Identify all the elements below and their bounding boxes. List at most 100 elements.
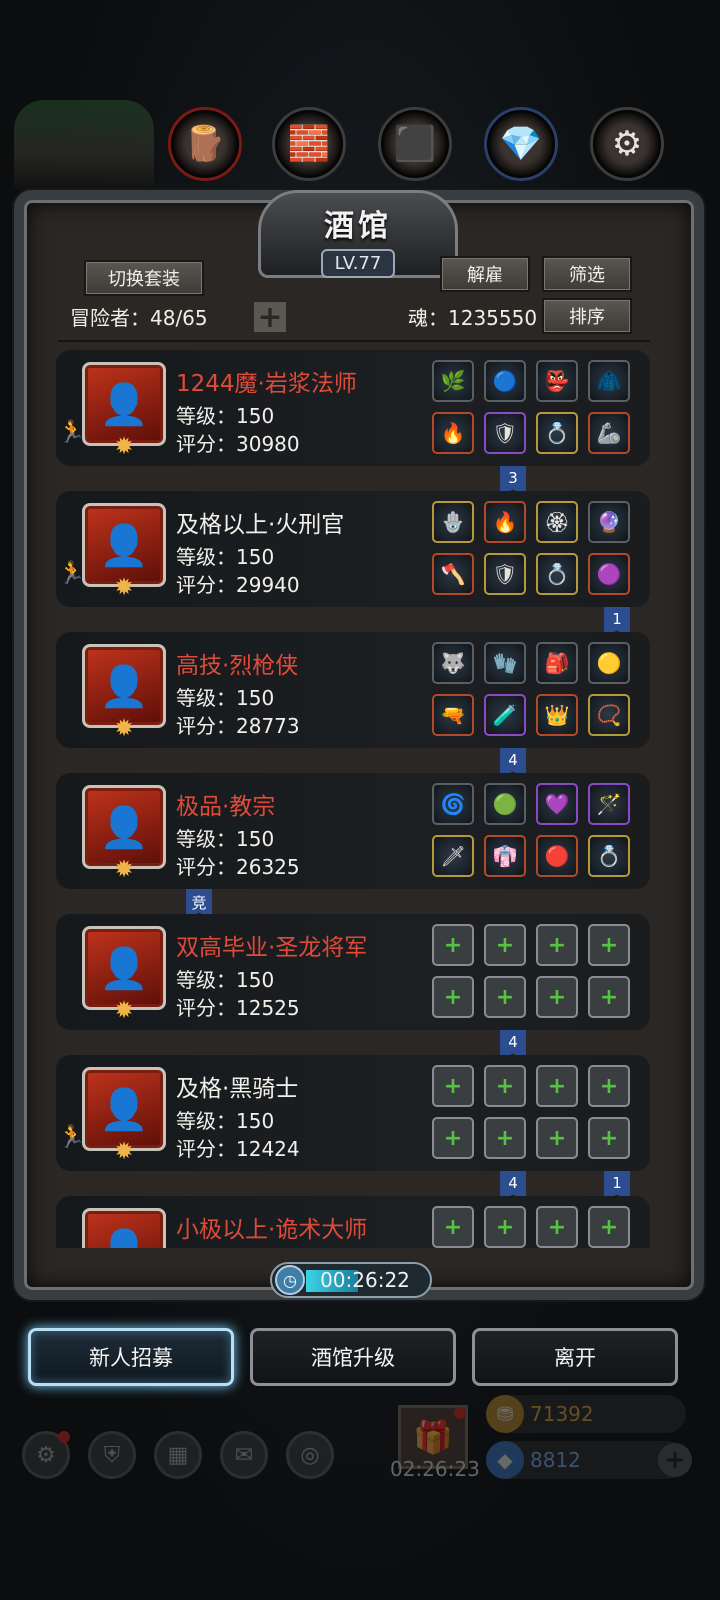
empty-equipment-slot[interactable]: + — [432, 976, 474, 1018]
empty-equipment-slot[interactable]: + — [432, 924, 474, 966]
empty-equipment-slot[interactable]: + — [536, 1117, 578, 1159]
mail-icon[interactable]: ✉ — [220, 1431, 268, 1479]
equipment-grid: 🪬 🔥 🏵 🔮 🪓 🛡 💍 🟣 — [432, 501, 632, 595]
equipment-slot[interactable]: 🔮 — [588, 501, 630, 543]
expedition-icon: 🏃 — [58, 420, 86, 445]
equipment-slot[interactable]: 👘 — [484, 835, 526, 877]
equipment-slot[interactable]: 💜 — [536, 783, 578, 825]
sort-button[interactable]: 排序 — [542, 298, 632, 334]
equipment-slot[interactable]: 🪄 — [588, 783, 630, 825]
empty-equipment-slot[interactable]: + — [484, 1206, 526, 1248]
empty-equipment-slot[interactable]: + — [536, 976, 578, 1018]
equipment-slot[interactable]: 💍 — [536, 412, 578, 454]
equipment-slot[interactable]: 🔴 — [536, 835, 578, 877]
star-emblem-icon: ✹ — [113, 714, 135, 742]
hero-score: 评分：28773 — [176, 714, 300, 738]
equipment-slot[interactable]: 🔥 — [432, 412, 474, 454]
equipment-slot[interactable]: 🛡 — [484, 553, 526, 595]
plank-resource-icon[interactable]: 🧱 — [272, 107, 346, 181]
equipment-slot[interactable]: 🛡 — [484, 412, 526, 454]
hero-list[interactable]: 👤 ✹ 🏃 1244魔·岩浆法师 等级：150 评分：30980 🌿 🔵 👺 🧥 🔥 🛡 💍 🦾 3 👤 ✹ 🏃 及… — [56, 350, 650, 1248]
dismiss-button[interactable]: 解雇 — [440, 256, 530, 292]
equipment-slot[interactable]: 🧪 — [484, 694, 526, 736]
empty-equipment-slot[interactable]: + — [588, 924, 630, 966]
hero-card[interactable]: 👤 ✹ 双高毕业·圣龙将军 等级：150 评分：12525 + + + + + + + + — [56, 914, 650, 1030]
empty-equipment-slot[interactable]: + — [588, 976, 630, 1018]
equipment-slot[interactable]: 🎒 — [536, 642, 578, 684]
equipment-slot[interactable]: 🔵 — [484, 360, 526, 402]
hero-card[interactable]: 👤 ✹ 🏃 及格·黑骑士 等级：150 评分：12424 + + + + + + + + — [56, 1055, 650, 1171]
title-plate: 酒馆 LV.77 — [258, 190, 458, 278]
equipment-slot[interactable]: 🟢 — [484, 783, 526, 825]
star-emblem-icon: ✹ — [113, 855, 135, 883]
empty-equipment-slot[interactable]: + — [536, 1065, 578, 1107]
level-badge: LV.77 — [320, 249, 396, 278]
filter-button[interactable]: 筛选 — [542, 256, 632, 292]
hero-score: 评分：29940 — [176, 573, 300, 597]
bottom-nav: ⚙ ⛨ ▦ ✉ ◎ 🎁 02:26:23 ⛃ 71392 ◆ 8812 + — [0, 1395, 720, 1600]
equipment-slot[interactable]: 🦾 — [588, 412, 630, 454]
crystal-resource-icon[interactable]: 💎 — [484, 107, 558, 181]
island-icon[interactable] — [14, 100, 154, 192]
notification-dot — [58, 1431, 70, 1443]
switch-outfit-button[interactable]: 切换套装 — [84, 260, 204, 296]
equipment-slot[interactable]: 🔫 — [432, 694, 474, 736]
equipment-slot[interactable]: 💍 — [588, 835, 630, 877]
equipment-slot[interactable]: 🗡 — [432, 835, 474, 877]
equipment-slot[interactable]: 👑 — [536, 694, 578, 736]
equipment-slot[interactable]: 🧤 — [484, 642, 526, 684]
upgrade-tavern-button[interactable]: 酒馆升级 — [250, 1328, 456, 1386]
leave-button[interactable]: 离开 — [472, 1328, 678, 1386]
iron-resource-icon[interactable]: ⚙ — [590, 107, 664, 181]
hero-card[interactable]: 👤 ✹ 极品·教宗 等级：150 评分：26325 🌀 🟢 💜 🪄 🗡 👘 🔴 💍 — [56, 773, 650, 889]
equipment-slot[interactable]: 🐺 — [432, 642, 474, 684]
equipment-slot[interactable]: 🏵 — [536, 501, 578, 543]
hero-card[interactable]: 👤 ✹ 高技·烈枪侠 等级：150 评分：28773 🐺 🧤 🎒 🟡 🔫 🧪 👑 📿 — [56, 632, 650, 748]
equipment-slot[interactable]: 💍 — [536, 553, 578, 595]
equipment-slot[interactable]: 🟡 — [588, 642, 630, 684]
adventurer-count: 冒险者：48/65 — [70, 306, 208, 330]
empty-equipment-slot[interactable]: + — [588, 1206, 630, 1248]
empty-equipment-slot[interactable]: + — [432, 1065, 474, 1107]
empty-equipment-slot[interactable]: + — [484, 976, 526, 1018]
gem-resource: ◆ 8812 — [486, 1441, 686, 1479]
hero-name: 高技·烈枪侠 — [176, 653, 299, 679]
hero-level: 等级：150 — [176, 827, 275, 851]
empty-equipment-slot[interactable]: + — [484, 1117, 526, 1159]
wood-resource-icon[interactable]: 🪵 — [168, 107, 242, 181]
equipment-grid: 🌿 🔵 👺 🧥 🔥 🛡 💍 🦾 — [432, 360, 632, 454]
hero-card[interactable]: 👤✹小极以上·诡术大师等级：150++++ — [56, 1196, 650, 1248]
hero-portrait[interactable]: 👤 — [82, 1208, 166, 1248]
add-slot-button[interactable]: + — [252, 300, 288, 335]
inventory-icon[interactable]: ◎ — [286, 1431, 334, 1479]
equipment-slot[interactable]: 🪓 — [432, 553, 474, 595]
empty-equipment-slot[interactable]: + — [432, 1206, 474, 1248]
equipment-slot[interactable]: 👺 — [536, 360, 578, 402]
add-currency-button[interactable]: + — [658, 1443, 692, 1477]
empty-equipment-slot[interactable]: + — [484, 924, 526, 966]
hero-card[interactable]: 👤 ✹ 🏃 及格以上·火刑官 等级：150 评分：29940 🪬 🔥 🏵 🔮 🪓 🛡 💍 🟣 — [56, 491, 650, 607]
empty-equipment-slot[interactable]: + — [536, 1206, 578, 1248]
hero-name: 及格·黑骑士 — [176, 1076, 299, 1102]
equipment-slot[interactable]: 🌿 — [432, 360, 474, 402]
equipment-slot[interactable]: 🔥 — [484, 501, 526, 543]
soul-count: 魂：1235550 — [408, 306, 538, 330]
map-icon[interactable]: ▦ — [154, 1431, 202, 1479]
empty-equipment-slot[interactable]: + — [588, 1065, 630, 1107]
equipment-slot[interactable]: 🌀 — [432, 783, 474, 825]
equipment-slot[interactable]: 🧥 — [588, 360, 630, 402]
hero-card[interactable]: 👤 ✹ 🏃 1244魔·岩浆法师 等级：150 评分：30980 🌿 🔵 👺 🧥 🔥 🛡 💍 🦾 — [56, 350, 650, 466]
empty-equipment-slot[interactable]: + — [536, 924, 578, 966]
equipment-slot[interactable]: 🪬 — [432, 501, 474, 543]
empty-equipment-slot[interactable]: + — [484, 1065, 526, 1107]
stone-resource-icon[interactable]: ⬛ — [378, 107, 452, 181]
equipment-slot[interactable]: 🟣 — [588, 553, 630, 595]
hero-name: 极品·教宗 — [176, 794, 276, 820]
empty-equipment-slot[interactable]: + — [432, 1117, 474, 1159]
recruit-button[interactable]: 新人招募 — [28, 1328, 234, 1386]
gold-value: 71392 — [530, 1402, 594, 1426]
empty-equipment-slot[interactable]: + — [588, 1117, 630, 1159]
equipment-slot[interactable]: 📿 — [588, 694, 630, 736]
page-title: 酒馆 — [324, 209, 392, 244]
shield-icon[interactable]: ⛨ — [88, 1431, 136, 1479]
